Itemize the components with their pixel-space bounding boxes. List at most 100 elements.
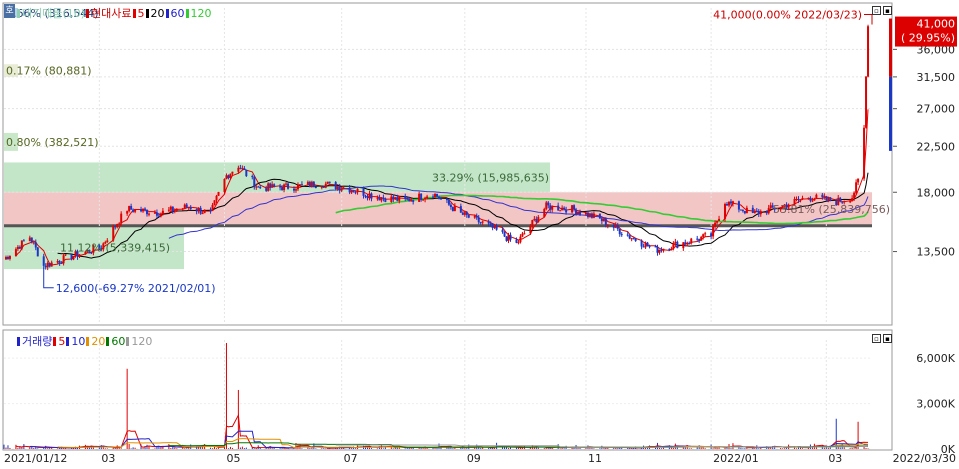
price-tick-label: 13,500 bbox=[917, 246, 956, 259]
legend-label[interactable]: 10 bbox=[71, 335, 85, 348]
candle-body bbox=[255, 186, 258, 188]
candle-body bbox=[561, 207, 564, 211]
candle-body bbox=[155, 212, 158, 216]
candle-body bbox=[853, 192, 856, 199]
candle-body bbox=[243, 168, 246, 170]
candle-body bbox=[718, 218, 721, 221]
candle-body bbox=[269, 183, 272, 188]
legend-label[interactable]: 20 bbox=[151, 7, 165, 20]
legend-label[interactable]: 120 bbox=[191, 7, 212, 20]
candle-body bbox=[118, 223, 121, 225]
candle-body bbox=[710, 233, 713, 237]
candle-body bbox=[20, 240, 23, 249]
legend-label[interactable]: 60 bbox=[171, 7, 185, 20]
candle-body bbox=[227, 175, 230, 178]
candle-body bbox=[273, 184, 276, 187]
candle-body bbox=[181, 208, 184, 210]
candle-body bbox=[294, 189, 297, 191]
candle-body bbox=[239, 167, 242, 169]
candle-body bbox=[801, 198, 804, 200]
candle-body bbox=[829, 197, 832, 202]
candle-body bbox=[380, 197, 383, 201]
candle-body bbox=[493, 225, 496, 228]
candle-body bbox=[543, 209, 546, 217]
candle-body bbox=[437, 196, 440, 199]
candle-body bbox=[408, 198, 411, 202]
candle-body bbox=[422, 199, 425, 201]
legend-label[interactable]: 5 bbox=[138, 7, 145, 20]
candle-body bbox=[809, 197, 812, 201]
candle-body bbox=[147, 213, 150, 215]
candle-body bbox=[161, 210, 164, 214]
candle-body bbox=[863, 127, 866, 179]
candle-body bbox=[336, 186, 339, 189]
candle-body bbox=[757, 211, 760, 215]
price-legend: 대기매물(10) 현대사료 5 20 60 120 bbox=[16, 5, 212, 21]
candle-body bbox=[507, 234, 510, 241]
candle-body bbox=[467, 214, 470, 218]
candle-body bbox=[487, 221, 490, 224]
volume-panel-maximize-button[interactable]: ▪ bbox=[883, 334, 892, 343]
legend-label[interactable]: 60 bbox=[111, 335, 125, 348]
candle-body bbox=[32, 242, 35, 244]
candle-body bbox=[586, 212, 589, 217]
candle-body bbox=[342, 187, 345, 190]
candle-body bbox=[726, 204, 729, 206]
legend-label[interactable]: 대기매물(10) bbox=[22, 7, 85, 20]
legend-label[interactable]: 5 bbox=[58, 335, 65, 348]
legend-label[interactable]: 현대사료 bbox=[91, 7, 131, 20]
candle-body bbox=[328, 181, 331, 183]
candle-body bbox=[259, 187, 262, 189]
candle-body bbox=[600, 218, 603, 222]
candle-body bbox=[72, 256, 75, 260]
legend-swatch bbox=[17, 9, 20, 18]
corner-badge[interactable]: 호 bbox=[4, 4, 15, 18]
candle-body bbox=[28, 237, 31, 242]
candle-body bbox=[404, 196, 407, 199]
candle-body bbox=[489, 223, 492, 225]
price-panel-minimize-button[interactable]: ▫ bbox=[872, 6, 881, 15]
date-axis-label: 05 bbox=[226, 452, 240, 465]
candle-body bbox=[310, 181, 313, 187]
candle-body bbox=[797, 198, 800, 201]
candle-body bbox=[126, 211, 129, 214]
candle-body bbox=[865, 76, 868, 128]
candle-body bbox=[704, 233, 707, 235]
candle-body bbox=[384, 198, 387, 202]
candle-body bbox=[78, 254, 81, 257]
candle-body bbox=[839, 197, 842, 202]
candle-body bbox=[322, 186, 325, 188]
candle-body bbox=[590, 213, 593, 218]
candle-body bbox=[618, 228, 621, 235]
candle-body bbox=[827, 197, 830, 201]
candle-body bbox=[185, 204, 188, 208]
candle-body bbox=[6, 257, 9, 259]
price-panel-maximize-button[interactable]: ▪ bbox=[883, 6, 892, 15]
candle-body bbox=[698, 239, 701, 241]
candle-body bbox=[189, 206, 192, 210]
candle-body bbox=[36, 247, 39, 257]
legend-label[interactable]: 20 bbox=[91, 335, 105, 348]
candle-body bbox=[473, 215, 476, 218]
legend-label[interactable]: 거래량 bbox=[22, 335, 52, 348]
candle-body bbox=[434, 193, 437, 198]
candle-body bbox=[658, 249, 661, 253]
candle-body bbox=[50, 262, 53, 267]
legend-swatch bbox=[86, 337, 90, 346]
candle-body bbox=[362, 188, 365, 196]
candle-body bbox=[684, 242, 687, 244]
candle-body bbox=[602, 218, 605, 222]
candle-body bbox=[114, 226, 117, 228]
candle-body bbox=[670, 248, 673, 251]
candle-body bbox=[279, 186, 282, 188]
candle-body bbox=[169, 206, 172, 210]
volume-panel-minimize-button[interactable]: ▫ bbox=[872, 334, 881, 343]
price-tick-label: 22,500 bbox=[917, 140, 956, 153]
candle-body bbox=[348, 187, 351, 193]
legend-swatch bbox=[145, 9, 149, 18]
legend-label[interactable]: 120 bbox=[131, 335, 152, 348]
candle-body bbox=[716, 220, 719, 223]
candle-body bbox=[390, 196, 393, 202]
candle-body bbox=[648, 246, 651, 248]
candle-body bbox=[173, 210, 176, 212]
